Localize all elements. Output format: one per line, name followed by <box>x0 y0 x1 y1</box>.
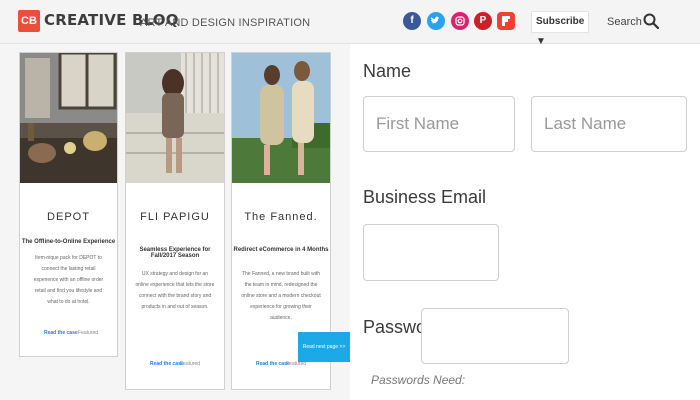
password-input[interactable] <box>421 308 569 364</box>
last-name-input[interactable] <box>531 96 687 152</box>
card-tag: Featured <box>180 361 201 367</box>
business-email-label: Business Email <box>363 187 487 207</box>
instagram-icon[interactable] <box>451 12 469 30</box>
card-read-link[interactable]: Read the case <box>256 361 290 367</box>
card-title: DEPOT <box>47 211 90 223</box>
search-label[interactable]: Search <box>607 16 642 28</box>
read-next-button[interactable]: Read next page >> <box>298 332 350 362</box>
card-subtitle: The Offline-to-Online Experience <box>21 239 116 245</box>
name-label: Name <box>363 61 412 81</box>
pinterest-icon[interactable]: P <box>474 12 492 30</box>
subscribe-dropdown[interactable]: Subscribe ▼ <box>531 11 589 47</box>
search-icon[interactable] <box>643 13 659 29</box>
card-subtitle: Redirect eCommerce in 4 Months <box>233 247 329 253</box>
card-body: The Fanned, a new brand built with the t… <box>241 271 321 321</box>
card-image <box>126 53 224 183</box>
twitter-icon[interactable] <box>427 12 445 30</box>
first-name-input[interactable] <box>363 96 515 152</box>
site-tagline: ART AND DESIGN INSPIRATION <box>140 17 311 29</box>
business-email-input[interactable] <box>363 224 499 281</box>
card-image <box>232 53 330 183</box>
card-read-link[interactable]: Read the case <box>44 330 78 336</box>
case-card-fli-papigu[interactable]: FLI PAPIGU Seamless Experience for Fall/… <box>125 52 225 390</box>
card-title: FLI PAPIGU <box>140 211 210 223</box>
card-title: The Fanned. <box>244 211 318 223</box>
card-subtitle: Seamless Experience for Fall/2017 Season <box>139 247 211 259</box>
site-header: CB CREATIVE BLOQ ART AND DESIGN INSPIRAT… <box>0 0 700 47</box>
card-image <box>20 53 117 183</box>
flipboard-icon[interactable] <box>497 12 515 30</box>
facebook-icon[interactable]: f <box>403 12 421 30</box>
card-read-link[interactable]: Read the case <box>150 361 184 367</box>
logo-mark[interactable]: CB <box>18 10 40 32</box>
card-body: UX strategy and design for an online exp… <box>135 271 215 310</box>
password-requirements-heading: Passwords Need: <box>371 373 466 387</box>
card-tag: Featured <box>78 330 99 336</box>
case-card-depot[interactable]: DEPOT The Offline-to-Online Experience I… <box>19 52 118 357</box>
card-body: Item-nique pack for DEPOT to connect the… <box>33 255 104 305</box>
